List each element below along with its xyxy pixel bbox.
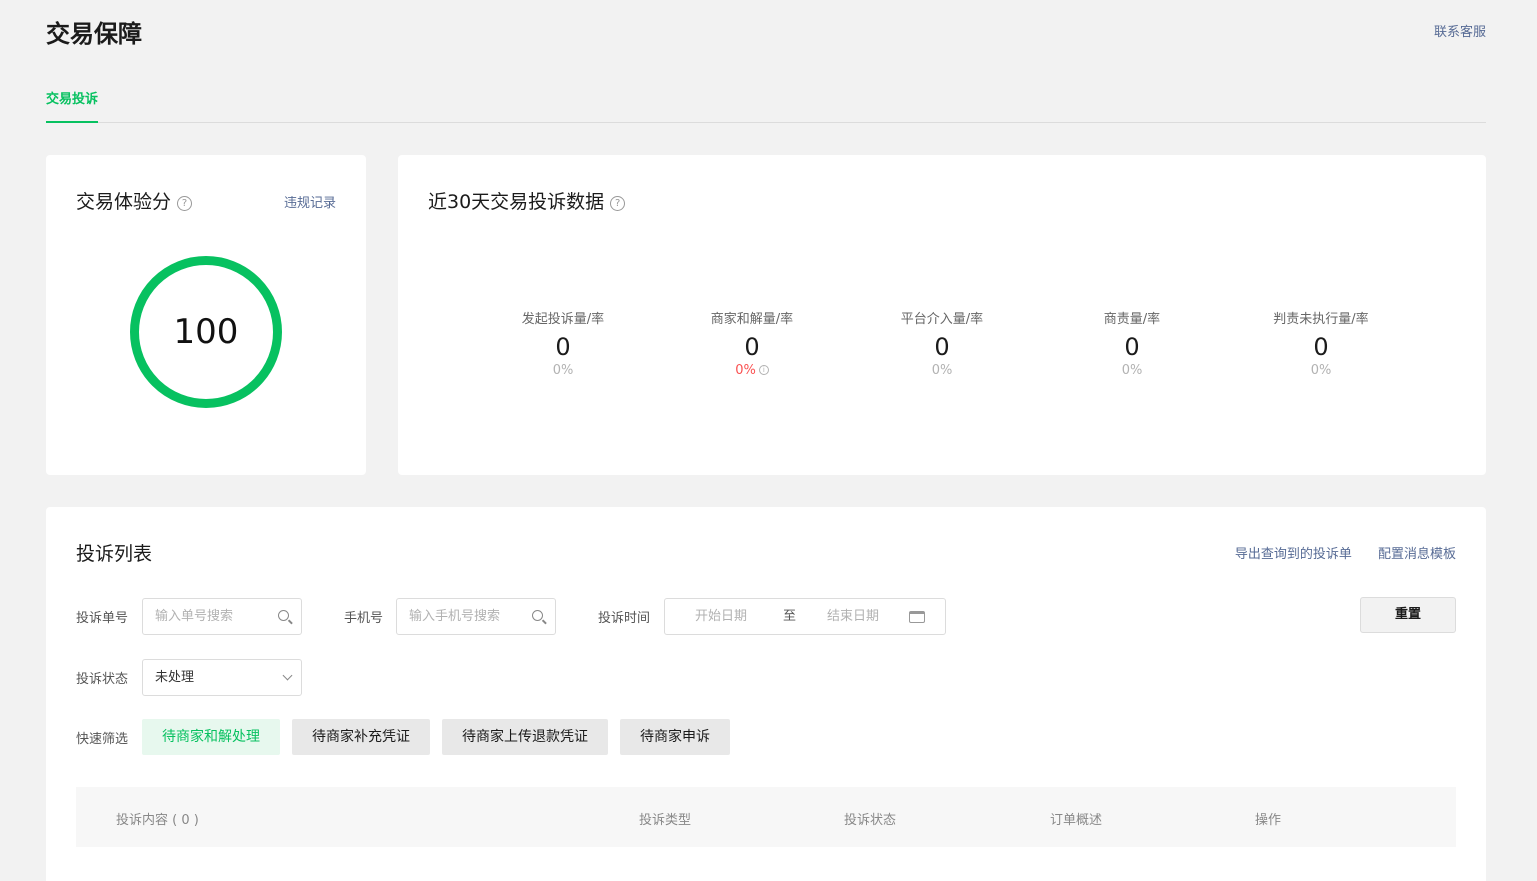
order-no-label: 投诉单号 — [76, 611, 129, 626]
th-complaint-type: 投诉类型 — [639, 813, 692, 828]
complaint-status-select[interactable]: 未处理 — [142, 659, 302, 696]
quick-filter-pending-appeal[interactable]: 待商家申诉 — [620, 719, 730, 755]
stat-unexecuted: 判责未执行量/率 0 0% — [1226, 308, 1416, 378]
date-start[interactable]: 开始日期 — [695, 599, 747, 634]
tab-transaction-complaints[interactable]: 交易投诉 — [46, 86, 99, 123]
score-ring: 100 — [130, 256, 282, 408]
stat-rate: 0% — [552, 363, 574, 378]
export-complaints-link[interactable]: 导出查询到的投诉单 — [1235, 547, 1352, 562]
page-title: 交易保障 — [46, 20, 142, 48]
stat-label: 判责未执行量/率 — [1273, 312, 1369, 327]
stats-card-title: 近30天交易投诉数据? — [428, 187, 626, 214]
stat-count: 0 — [744, 333, 760, 361]
complaint-list-card: 投诉列表 导出查询到的投诉单 配置消息模板 投诉单号 输入单号搜索 手机号 输入… — [46, 507, 1486, 881]
stat-settled: 商家和解量/率 0 0% i — [657, 308, 847, 378]
stat-rate: 0% — [1310, 363, 1332, 378]
phone-placeholder: 输入手机号搜索 — [409, 609, 501, 624]
config-message-template-link[interactable]: 配置消息模板 — [1378, 547, 1456, 562]
help-icon[interactable]: ? — [610, 196, 626, 211]
stat-label: 发起投诉量/率 — [521, 312, 605, 327]
complaint-stats-card: 近30天交易投诉数据? 发起投诉量/率 0 0% 商家和解量/率 0 0% i 平… — [398, 155, 1486, 475]
th-complaint-content: 投诉内容 ( 0 ) — [116, 813, 199, 828]
th-order-summary: 订单概述 — [1050, 813, 1103, 828]
th-actions: 操作 — [1255, 813, 1282, 828]
phone-search-input[interactable]: 输入手机号搜索 — [396, 598, 556, 635]
tab-bar: 交易投诉 — [46, 86, 1486, 123]
stat-count: 0 — [934, 333, 950, 361]
stat-label: 平台介入量/率 — [900, 312, 984, 327]
status-select-value: 未处理 — [155, 670, 195, 685]
order-no-search-input[interactable]: 输入单号搜索 — [142, 598, 302, 635]
list-actions: 导出查询到的投诉单 配置消息模板 — [1213, 543, 1456, 562]
quick-filter-pending-settlement[interactable]: 待商家和解处理 — [142, 719, 280, 755]
score-card-title: 交易体验分? — [76, 187, 193, 214]
stat-platform-intervened: 平台介入量/率 0 0% — [847, 308, 1037, 378]
complaint-time-label: 投诉时间 — [598, 611, 651, 626]
reset-button[interactable]: 重置 — [1360, 597, 1456, 633]
stat-label: 商责量/率 — [1103, 312, 1161, 327]
search-icon[interactable] — [278, 610, 289, 621]
order-no-placeholder: 输入单号搜索 — [155, 609, 234, 624]
stat-rate-row: 0% i — [657, 363, 847, 378]
quick-filter-pending-refund-proof[interactable]: 待商家上传退款凭证 — [442, 719, 608, 755]
date-separator: 至 — [783, 609, 797, 624]
phone-label: 手机号 — [344, 611, 384, 626]
contact-support-link[interactable]: 联系客服 — [1434, 21, 1486, 40]
complaint-status-label: 投诉状态 — [76, 672, 129, 687]
score-card: 交易体验分? 违规记录 100 — [46, 155, 366, 475]
quick-filter-pending-evidence[interactable]: 待商家补充凭证 — [292, 719, 430, 755]
stat-count: 0 — [555, 333, 571, 361]
chevron-down-icon — [282, 670, 293, 681]
stat-initiated: 发起投诉量/率 0 0% — [468, 308, 658, 378]
date-range-picker[interactable]: 开始日期 至 结束日期 — [664, 598, 946, 635]
search-icon[interactable] — [532, 610, 543, 621]
stat-rate: 0% — [931, 363, 953, 378]
stat-label: 商家和解量/率 — [710, 312, 794, 327]
stat-merchant-liable: 商责量/率 0 0% — [1037, 308, 1227, 378]
help-icon[interactable]: ? — [177, 196, 193, 211]
th-complaint-status: 投诉状态 — [844, 813, 897, 828]
score-title-text: 交易体验分 — [76, 191, 172, 213]
stat-count: 0 — [1124, 333, 1140, 361]
complaint-table-header: 投诉内容 ( 0 ) 投诉类型 投诉状态 订单概述 操作 — [76, 787, 1456, 847]
stat-rate: 0% — [735, 363, 756, 378]
score-value: 100 — [173, 312, 239, 352]
quick-filter-label: 快速筛选 — [76, 732, 129, 747]
date-end[interactable]: 结束日期 — [827, 599, 879, 634]
stat-rate: 0% — [1121, 363, 1143, 378]
list-title: 投诉列表 — [76, 543, 153, 565]
calendar-icon[interactable] — [909, 611, 925, 623]
violation-record-link[interactable]: 违规记录 — [284, 192, 336, 211]
stats-title-text: 近30天交易投诉数据 — [428, 191, 605, 213]
stat-count: 0 — [1313, 333, 1329, 361]
info-icon[interactable]: i — [758, 365, 769, 375]
